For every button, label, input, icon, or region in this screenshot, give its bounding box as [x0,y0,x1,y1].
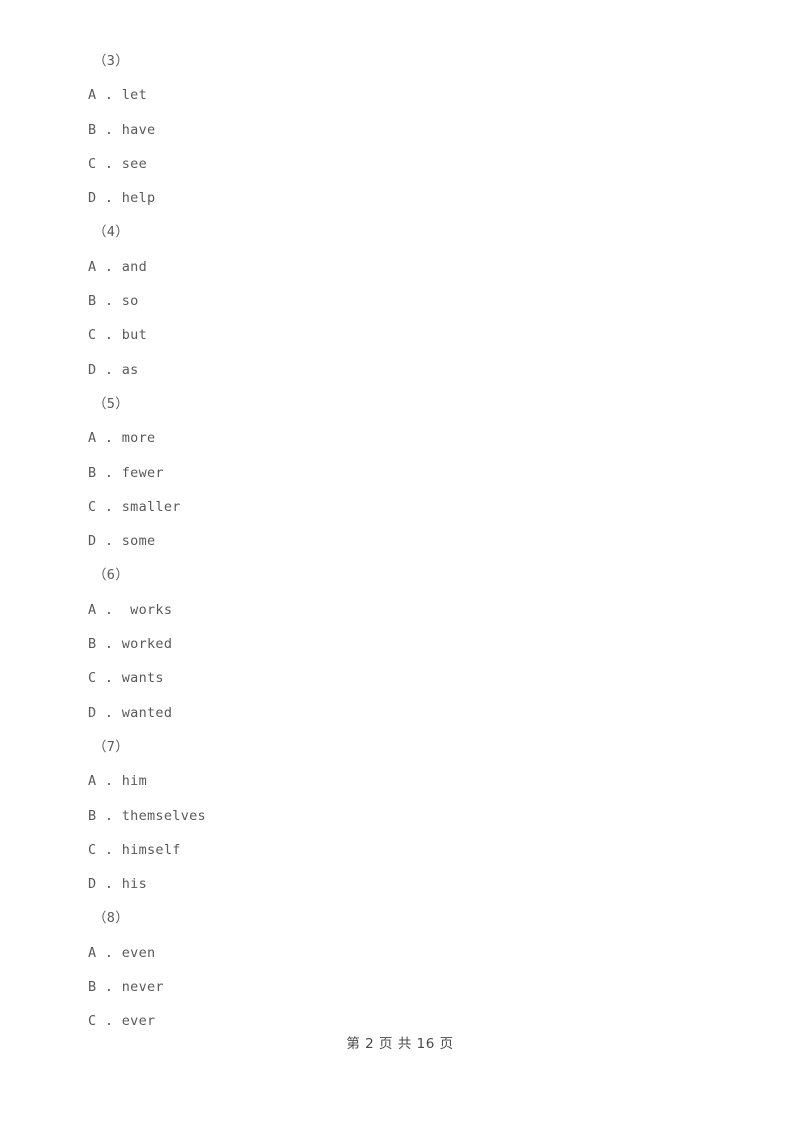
question-number: （7） [93,738,130,755]
question-group-5: （5） A . more B . fewer C . smaller D . s… [88,387,728,558]
option-a: A . and [88,258,147,275]
option-a: A . works [88,601,173,618]
question-number: （8） [93,910,130,927]
option-d: D . help [88,190,156,207]
document-page: （3） A . let B . have C . see D . help （4… [0,0,800,1132]
option-d: D . his [88,876,147,893]
question-group-3: （3） A . let B . have C . see D . help [88,44,728,215]
question-group-7: （7） A . him B . themselves C . himself D… [88,730,728,901]
option-b: B . fewer [88,464,164,481]
option-b: B . have [88,121,156,138]
option-a: A . let [88,87,147,104]
option-c: C . see [88,155,147,172]
option-b: B . so [88,293,139,310]
question-number: （6） [93,567,130,584]
option-a: A . even [88,944,156,961]
question-number: （3） [93,53,130,69]
option-a: A . more [88,430,156,447]
option-d: D . wanted [88,704,173,721]
question-number: （4） [93,224,130,241]
question-number: （5） [93,395,130,412]
option-a: A . him [88,773,147,790]
question-group-4: （4） A . and B . so C . but D . as [88,215,728,386]
page-footer: 第 2 页 共 16 页 [346,1036,454,1052]
option-c: C . smaller [88,498,181,515]
option-c: C . but [88,327,147,344]
question-group-6: （6） A . works B . worked C . wants D . w… [88,558,728,729]
question-group-8: （8） A . even B . never C . ever [88,901,728,1038]
option-d: D . some [88,533,156,550]
question-list: （3） A . let B . have C . see D . help （4… [88,44,728,1039]
option-b: B . never [88,979,164,996]
option-b: B . worked [88,636,173,653]
option-d: D . as [88,361,139,378]
option-c: C . himself [88,841,181,858]
option-c: C . wants [88,670,164,687]
option-b: B . themselves [88,807,206,824]
